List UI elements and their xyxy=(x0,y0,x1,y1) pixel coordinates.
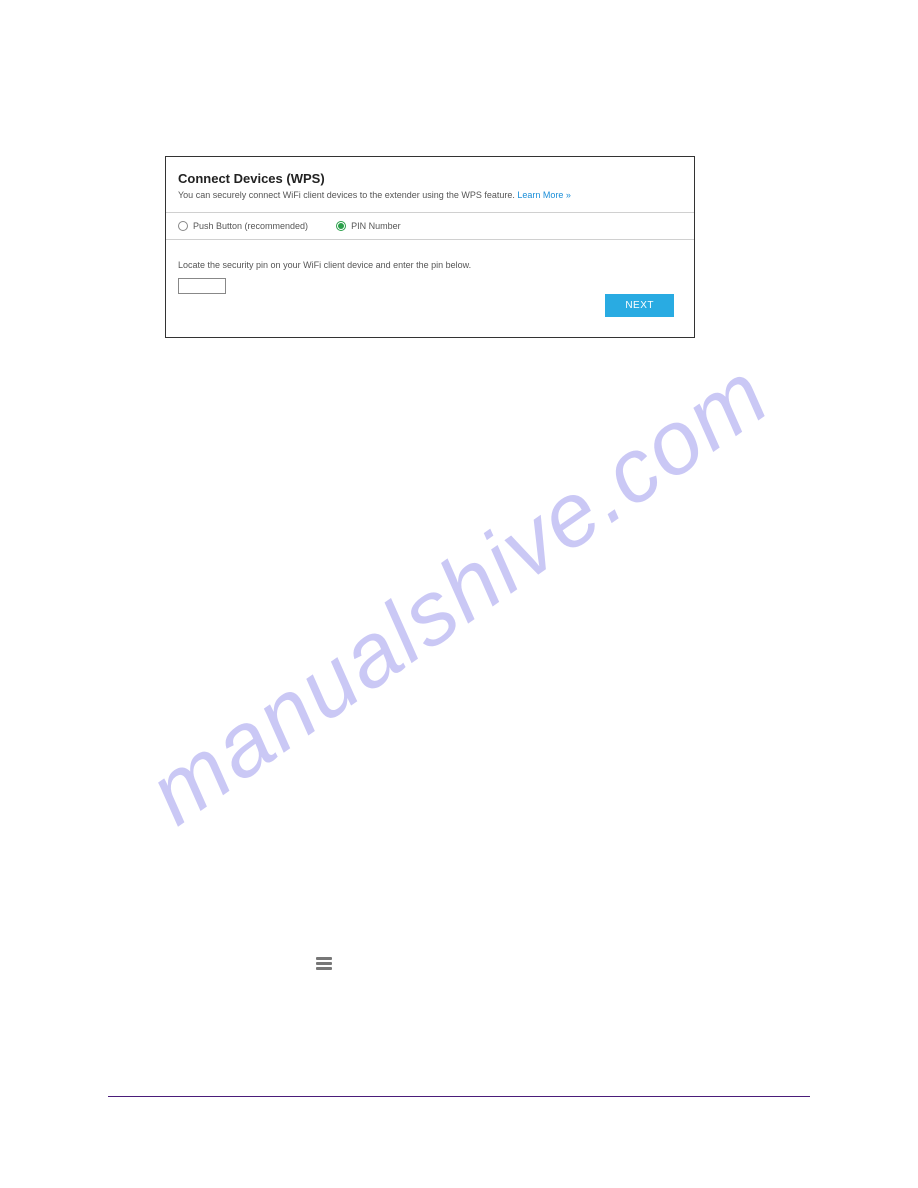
footer-divider xyxy=(108,1096,810,1097)
learn-more-link[interactable]: Learn More » xyxy=(517,190,571,200)
radio-icon xyxy=(178,221,188,231)
panel-title: Connect Devices (WPS) xyxy=(166,157,694,190)
pin-number-radio[interactable]: PIN Number xyxy=(336,221,401,231)
wps-panel: Connect Devices (WPS) You can securely c… xyxy=(165,156,695,338)
push-button-radio[interactable]: Push Button (recommended) xyxy=(178,221,308,231)
radio-icon xyxy=(336,221,346,231)
pin-instruction: Locate the security pin on your WiFi cli… xyxy=(178,260,682,270)
next-button[interactable]: NEXT xyxy=(605,294,674,317)
panel-subtitle-text: You can securely connect WiFi client dev… xyxy=(178,190,517,200)
pin-input[interactable] xyxy=(178,278,226,294)
push-button-label: Push Button (recommended) xyxy=(193,221,308,231)
button-row: NEXT xyxy=(178,294,682,325)
panel-subtitle: You can securely connect WiFi client dev… xyxy=(166,190,694,212)
wps-method-options: Push Button (recommended) PIN Number xyxy=(166,212,694,240)
pin-number-label: PIN Number xyxy=(351,221,401,231)
menu-icon xyxy=(316,955,332,972)
pin-entry-block: Locate the security pin on your WiFi cli… xyxy=(166,240,694,337)
watermark-text: manualshive.com xyxy=(130,342,787,845)
